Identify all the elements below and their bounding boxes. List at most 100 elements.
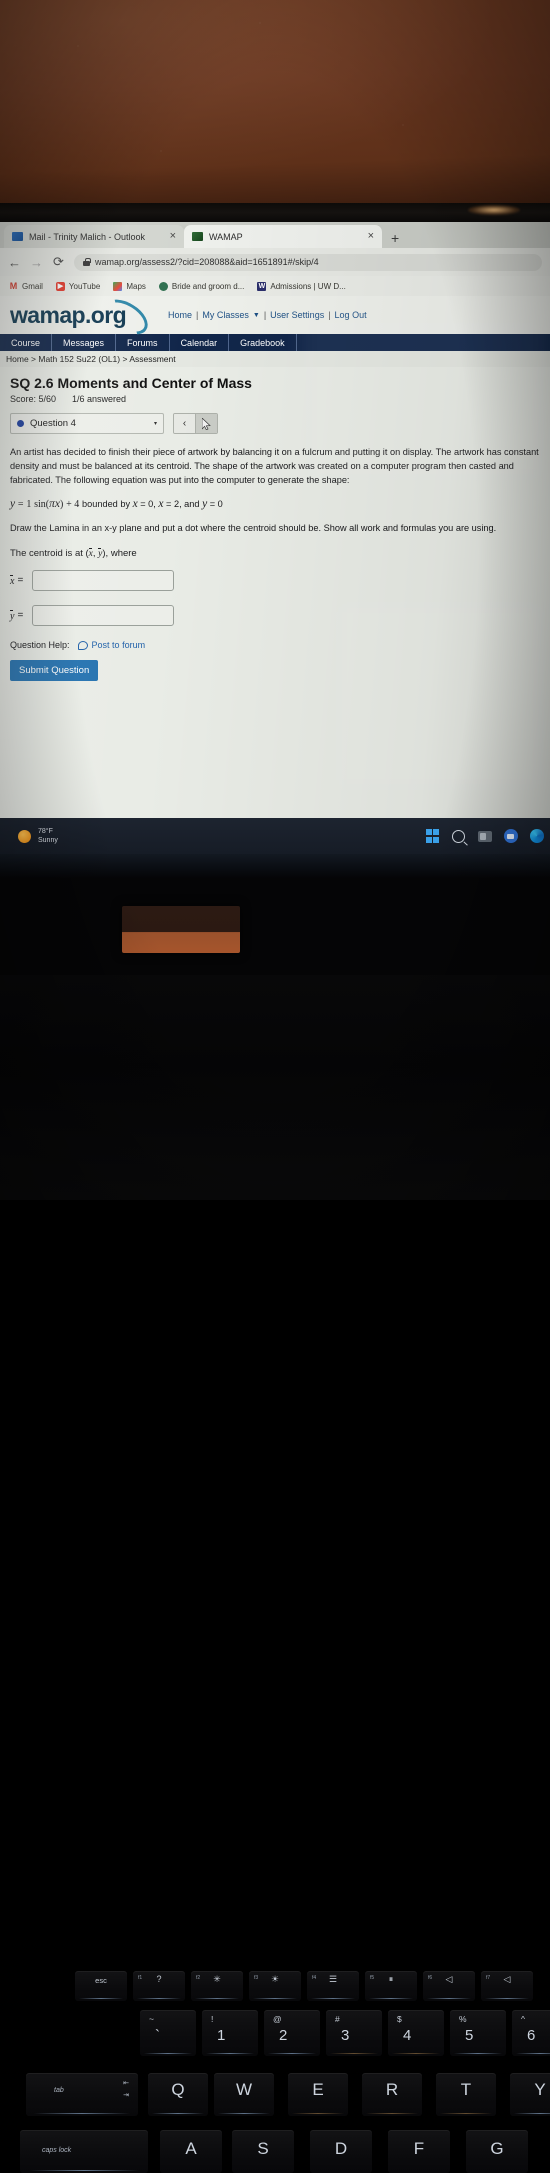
mouse-cursor-icon [202, 417, 211, 430]
browser-tab-wamap[interactable]: WAMAP × [184, 225, 382, 248]
wamap-page: wamap.org Home | My Classes ▼ | User Set… [0, 291, 550, 818]
key-lower: 5 [465, 2027, 474, 2044]
key-label: E [312, 2080, 324, 2099]
key-upper: % [459, 2014, 467, 2024]
taskbar-icons [425, 829, 550, 844]
bookmark-bride-and-groom[interactable]: Bride and groom d... [158, 281, 245, 291]
key-label: A [185, 2139, 197, 2158]
weather-widget[interactable]: 78°F Sunny [0, 827, 58, 846]
nav-tab-forums[interactable]: Forums [116, 334, 170, 351]
header-link-user-settings[interactable]: User Settings [270, 310, 324, 320]
forward-icon[interactable]: → [30, 255, 43, 270]
browser-tab-outlook[interactable]: Mail - Trinity Malich - Outlook × [4, 225, 184, 248]
key-lower: 4 [403, 2027, 412, 2044]
key-fn-label: f4 [312, 1975, 317, 1981]
photo-scene: Mail - Trinity Malich - Outlook × WAMAP … [0, 0, 550, 2173]
header-link-home[interactable]: Home [168, 310, 192, 320]
key-glyph: ? [156, 1974, 162, 1984]
key-label: G [490, 2139, 504, 2158]
post-to-forum-label: Post to forum [91, 640, 146, 651]
nav-tab-gradebook[interactable]: Gradebook [229, 334, 297, 351]
x-bar-label: x = [10, 574, 24, 587]
laptop-hinge [0, 854, 550, 878]
key-lower: 1 [217, 2027, 226, 2044]
next-question-button[interactable] [195, 414, 217, 433]
key-glyph: ◁ [445, 1974, 453, 1984]
browser-tab-strip: Mail - Trinity Malich - Outlook × WAMAP … [0, 222, 550, 248]
comment-bubble-icon [77, 640, 88, 650]
task-view-icon[interactable] [477, 829, 492, 844]
bookmark-label: Bride and groom d... [171, 281, 245, 291]
reload-icon[interactable]: ⟳ [52, 254, 65, 270]
key-fn-label: f7 [486, 1975, 491, 1981]
lock-icon [83, 258, 91, 266]
close-icon[interactable]: × [170, 231, 176, 242]
key-fn-label: f3 [254, 1975, 259, 1981]
header-link-my-classes[interactable]: My Classes [202, 310, 249, 320]
key-f6: f6 ◁ [423, 1971, 475, 2001]
post-to-forum-link[interactable]: Post to forum [77, 640, 146, 651]
score-line: Score: 5/60 1/6 answered [10, 394, 540, 404]
bookmark-label: YouTube [68, 281, 101, 291]
breadcrumb: Home > Math 152 Su22 (OL1) > Assessment [0, 351, 550, 367]
key-w: W [214, 2073, 274, 2116]
bookmark-label: Admissions | UW D... [270, 281, 346, 291]
bookmark-label: Maps [126, 281, 146, 291]
y-bar-input[interactable] [32, 605, 174, 627]
tab-arrows-icon: ⇤ ⇥ [123, 2080, 129, 2099]
new-tab-button[interactable]: + [382, 228, 408, 248]
key-glyph: ☰ [328, 1974, 338, 1984]
nav-tab-messages[interactable]: Messages [52, 334, 117, 351]
close-icon[interactable]: × [368, 231, 374, 242]
key-f: F [388, 2130, 450, 2173]
weather-condition: Sunny [38, 837, 58, 844]
key-glyph: ✳ [213, 1974, 221, 1984]
key-5: % 5 [450, 2010, 506, 2056]
globe-icon [158, 281, 168, 291]
x-bar-input[interactable] [32, 570, 174, 592]
nav-tab-calendar[interactable]: Calendar [170, 334, 230, 351]
bookmark-maps[interactable]: Maps [113, 281, 146, 291]
edge-icon[interactable] [529, 829, 544, 844]
key-label: caps lock [42, 2147, 72, 2154]
prev-question-button[interactable]: ‹ [174, 414, 195, 433]
key-f3: f3 ☀ [249, 1971, 301, 2001]
key-lower: 2 [279, 2027, 288, 2044]
bookmark-uw-admissions[interactable]: W Admissions | UW D... [257, 281, 346, 291]
key-label: D [334, 2139, 348, 2158]
teams-icon[interactable] [503, 829, 518, 844]
weather-temperature: 78°F [38, 827, 53, 835]
key-t: T [436, 2073, 496, 2116]
header-link-log-out[interactable]: Log Out [335, 310, 367, 320]
submit-question-button[interactable]: Submit Question [10, 660, 99, 682]
nav-filler [297, 334, 550, 351]
key-fn-label: f6 [428, 1975, 433, 1981]
y-bar-field-row: y = [10, 605, 540, 627]
keyboard-deck: esc f1 ? f2 ✳ f3 ☀ f4 ☰ f5 ⏸ f6 ◁ f7 ◁ ~… [0, 975, 550, 2173]
bookmark-gmail[interactable]: M Gmail [9, 281, 43, 291]
key-label: F [413, 2139, 425, 2158]
key-upper: # [335, 2014, 340, 2024]
question-help-row: Question Help: Post to forum [10, 640, 540, 650]
windows-start-icon[interactable] [425, 829, 440, 844]
key-4: $ 4 [388, 2010, 444, 2056]
question-help-label: Question Help: [10, 640, 70, 651]
bookmark-youtube[interactable]: ▶ YouTube [55, 281, 101, 291]
question-selector[interactable]: Question 4 ▾ [10, 413, 164, 434]
key-2: @ 2 [264, 2010, 320, 2056]
url-text: wamap.org/assess2/?cid=208088&aid=165189… [95, 257, 319, 267]
key-f4: f4 ☰ [307, 1971, 359, 2001]
site-logo[interactable]: wamap.org [10, 291, 154, 342]
key-label: Y [534, 2080, 546, 2099]
windows-taskbar: 78°F Sunny [0, 818, 550, 854]
chevron-down-icon[interactable]: ▼ [253, 312, 260, 319]
address-bar[interactable]: wamap.org/assess2/?cid=208088&aid=165189… [74, 253, 542, 271]
key-6: ^ 6 [512, 2010, 550, 2056]
tab-title: Mail - Trinity Malich - Outlook [29, 231, 146, 242]
search-icon[interactable] [451, 829, 466, 844]
nav-tab-course[interactable]: Course [0, 334, 53, 351]
outlook-icon [12, 232, 23, 241]
back-icon[interactable]: ← [8, 255, 21, 270]
separator: | [263, 310, 267, 320]
key-upper: ! [211, 2014, 214, 2024]
